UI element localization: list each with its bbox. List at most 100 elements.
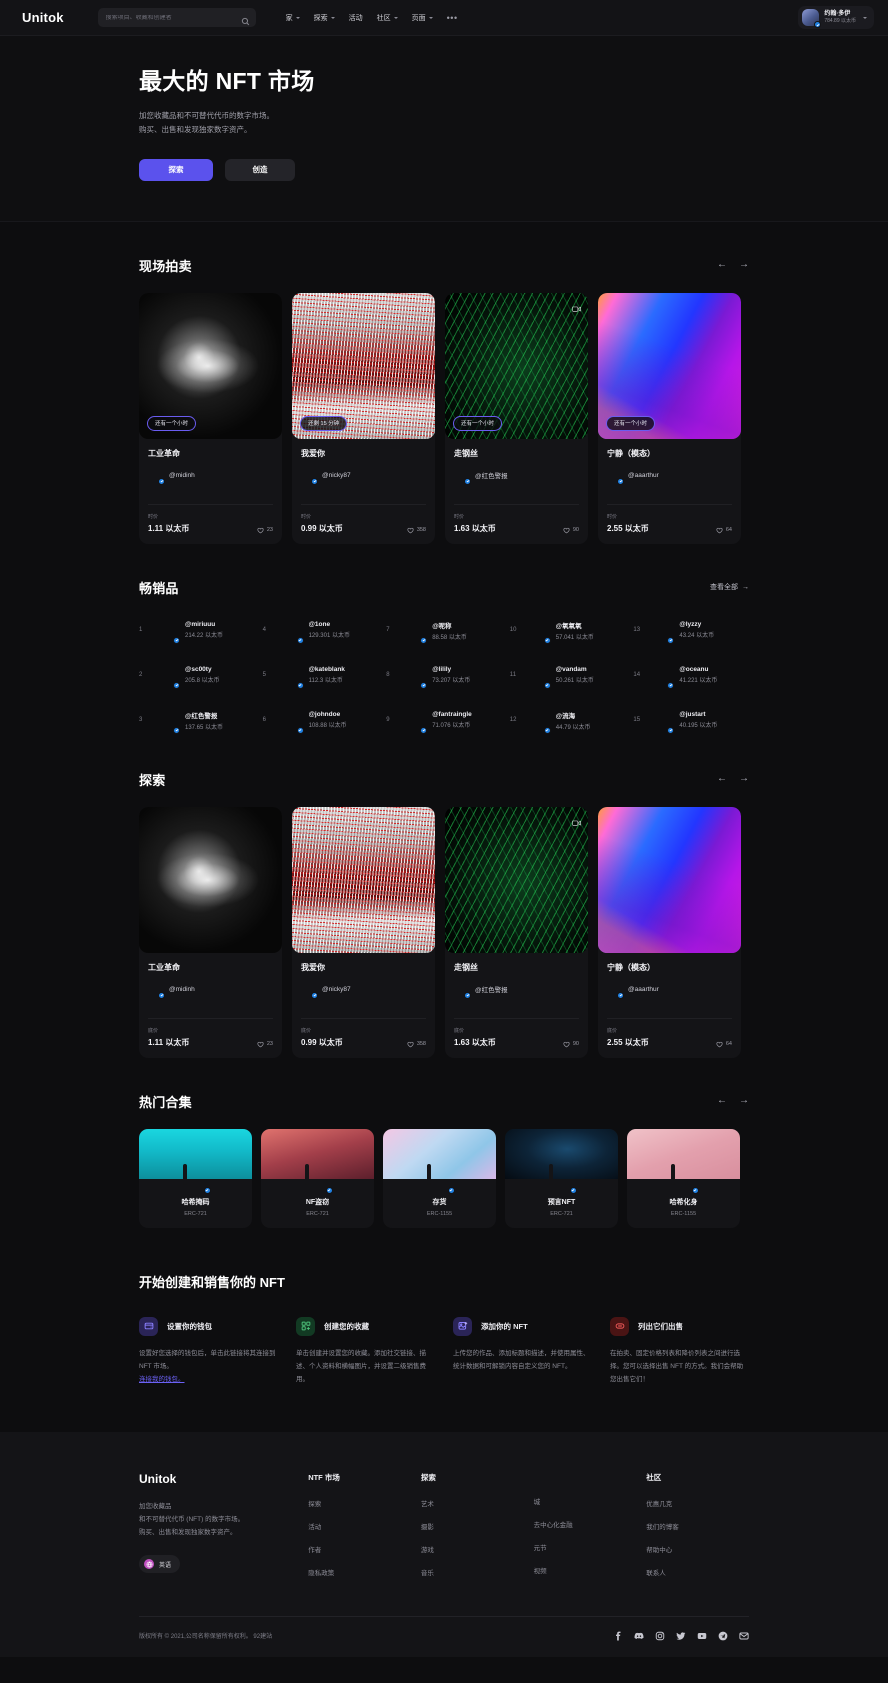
nft-artwork[interactable]: 还剩 15 分钟 xyxy=(292,292,435,439)
list-item[interactable]: 5 @kateblank 112.3 以太币 xyxy=(263,660,379,691)
avatar-image xyxy=(670,1163,675,1185)
collection-card[interactable]: NF盗窃 ERC-721 xyxy=(261,1128,374,1228)
connect-wallet-link[interactable]: 连接我的钱包。 xyxy=(139,1376,185,1383)
nav-link-home[interactable]: 家 xyxy=(286,13,300,23)
like-counter[interactable]: 90 xyxy=(563,1041,579,1048)
like-counter[interactable]: 358 xyxy=(407,527,426,534)
arrow-right-icon[interactable]: → xyxy=(739,774,749,784)
email-icon[interactable] xyxy=(739,1631,749,1641)
search-box[interactable] xyxy=(97,8,256,27)
auction-card[interactable]: 还有一个小时 工业革命 @midinh 时价 1.11 以太币 23 xyxy=(139,292,282,544)
youtube-icon[interactable] xyxy=(697,1631,707,1641)
list-item[interactable]: 9 @fantraingle 71.076 以太币 xyxy=(386,705,502,736)
nav-link-activity[interactable]: 活动 xyxy=(349,13,363,23)
list-item[interactable]: 15 @justart 40.195 以太币 xyxy=(633,705,749,736)
auction-card[interactable]: 还有一个小时 走钢丝 @红色警报 时价 1.63 以太币 90 xyxy=(445,292,588,544)
collection-card[interactable]: 预言NFT ERC-721 xyxy=(505,1128,618,1228)
social-links xyxy=(613,1631,749,1641)
footer-link[interactable]: 摄影 xyxy=(421,1521,524,1531)
list-item[interactable]: 8 @lilily 73.207 以太币 xyxy=(386,660,502,691)
footer-link[interactable]: 活动 xyxy=(308,1521,411,1531)
creator-row[interactable]: @midinh xyxy=(148,982,273,999)
more-menu-icon[interactable]: ••• xyxy=(447,13,458,23)
facebook-icon[interactable] xyxy=(613,1631,623,1641)
arrow-right-icon[interactable]: → xyxy=(739,1096,749,1106)
list-item[interactable]: 1 @miriuuu 214.22 以太币 xyxy=(139,615,255,646)
instagram-icon[interactable] xyxy=(655,1631,665,1641)
nft-artwork[interactable] xyxy=(292,806,435,953)
nft-artwork[interactable] xyxy=(445,806,588,953)
like-counter[interactable]: 23 xyxy=(257,527,273,534)
list-item[interactable]: 2 @sc00ty 205.8 以太币 xyxy=(139,660,255,691)
explore-card[interactable]: 走钢丝 @红色警报 底价 1.63 以太币 90 xyxy=(445,806,588,1058)
discord-icon[interactable] xyxy=(634,1631,644,1641)
footer-link[interactable]: 优惠几克 xyxy=(646,1498,749,1508)
list-item[interactable]: 12 @流海 44.79 以太币 xyxy=(510,705,626,736)
list-item[interactable]: 7 @呢称 88.58 以太币 xyxy=(386,615,502,646)
explore-card[interactable]: 宁静（模态） @aaarthur 底价 2.55 以太币 64 xyxy=(598,806,741,1058)
footer-link[interactable]: 艺术 xyxy=(421,1498,524,1508)
creator-row[interactable]: @aaarthur xyxy=(607,982,732,999)
footer-link[interactable]: 作者 xyxy=(308,1544,411,1554)
footer-link[interactable]: 隐私政策 xyxy=(308,1567,411,1577)
search-icon[interactable] xyxy=(241,13,250,26)
footer-link[interactable]: 音乐 xyxy=(421,1567,524,1577)
nft-artwork[interactable]: 还有一个小时 xyxy=(445,292,588,439)
nft-artwork[interactable]: 还有一个小时 xyxy=(598,292,741,439)
nft-artwork[interactable] xyxy=(598,806,741,953)
collection-card[interactable]: 哈希掩码 ERC-721 xyxy=(139,1128,252,1228)
twitter-icon[interactable] xyxy=(676,1631,686,1641)
search-input[interactable] xyxy=(105,14,241,21)
like-counter[interactable]: 64 xyxy=(716,527,732,534)
like-counter[interactable]: 23 xyxy=(257,1041,273,1048)
like-counter[interactable]: 358 xyxy=(407,1041,426,1048)
explore-card[interactable]: 我爱你 @nicky87 底价 0.99 以太币 358 xyxy=(292,806,435,1058)
collection-card[interactable]: 存货 ERC-1155 xyxy=(383,1128,496,1228)
arrow-left-icon[interactable]: ← xyxy=(717,260,727,270)
user-profile-chip[interactable]: 约翰·多伊 784.89 以太币 xyxy=(798,6,874,29)
footer-link[interactable]: 探索 xyxy=(308,1498,411,1508)
nft-price-block: 底价 2.55 以太币 64 xyxy=(598,1019,741,1058)
creator-row[interactable]: @aaarthur xyxy=(607,468,732,485)
brand-logo[interactable]: Unitok xyxy=(22,10,64,25)
collection-card[interactable]: 哈希化身 ERC-1155 xyxy=(627,1128,740,1228)
arrow-left-icon[interactable]: ← xyxy=(717,774,727,784)
footer-link[interactable]: 帮助中心 xyxy=(646,1544,749,1554)
nft-artwork[interactable]: 还有一个小时 xyxy=(139,292,282,439)
creator-row[interactable]: @nicky87 xyxy=(301,468,426,485)
explore-card[interactable]: 工业革命 @midinh 底价 1.11 以太币 23 xyxy=(139,806,282,1058)
list-item[interactable]: 10 @氧氧氧 57.041 以太币 xyxy=(510,615,626,646)
list-item[interactable]: 6 @johndoe 108.88 以太币 xyxy=(263,705,379,736)
nft-artwork[interactable] xyxy=(139,806,282,953)
arrow-right-icon[interactable]: → xyxy=(739,260,749,270)
list-item[interactable]: 3 @红色警报 137.65 以太币 xyxy=(139,705,255,736)
telegram-icon[interactable] xyxy=(718,1631,728,1641)
auction-card[interactable]: 还剩 15 分钟 我爱你 @nicky87 时价 0.99 以太币 358 xyxy=(292,292,435,544)
like-counter[interactable]: 64 xyxy=(716,1041,732,1048)
nav-link-pages[interactable]: 页面 xyxy=(412,13,433,23)
footer-link[interactable]: 视频 xyxy=(534,1565,637,1575)
list-item[interactable]: 13 @lyzzy 43.24 以太币 xyxy=(633,615,749,646)
list-item[interactable]: 4 @1one 129.301 以太币 xyxy=(263,615,379,646)
language-selector[interactable]: 英语 xyxy=(139,1555,181,1574)
creator-row[interactable]: @红色警报 xyxy=(454,468,579,485)
creator-row[interactable]: @红色警报 xyxy=(454,982,579,999)
list-item[interactable]: 11 @vandam 50.261 以太币 xyxy=(510,660,626,691)
nav-link-community[interactable]: 社区 xyxy=(377,13,398,23)
footer-link[interactable]: 元节 xyxy=(534,1542,637,1552)
footer-link[interactable]: 联系人 xyxy=(646,1567,749,1577)
creator-row[interactable]: @midinh xyxy=(148,468,273,485)
footer-link[interactable]: 去中心化金融 xyxy=(534,1519,637,1529)
auction-card[interactable]: 还有一个小时 宁静（模态） @aaarthur 时价 2.55 以太币 64 xyxy=(598,292,741,544)
footer-link[interactable]: 我们的博客 xyxy=(646,1521,749,1531)
explore-button[interactable]: 探索 xyxy=(139,158,213,181)
nav-link-explore[interactable]: 探索 xyxy=(314,13,335,23)
create-button[interactable]: 创造 xyxy=(225,158,295,181)
see-all-link[interactable]: 查看全部 → xyxy=(710,582,749,592)
footer-link[interactable]: 游戏 xyxy=(421,1544,524,1554)
list-item[interactable]: 14 @oceanu 41.221 以太币 xyxy=(633,660,749,691)
creator-row[interactable]: @nicky87 xyxy=(301,982,426,999)
like-counter[interactable]: 90 xyxy=(563,527,579,534)
footer-link[interactable]: 城 xyxy=(534,1496,637,1506)
arrow-left-icon[interactable]: ← xyxy=(717,1096,727,1106)
